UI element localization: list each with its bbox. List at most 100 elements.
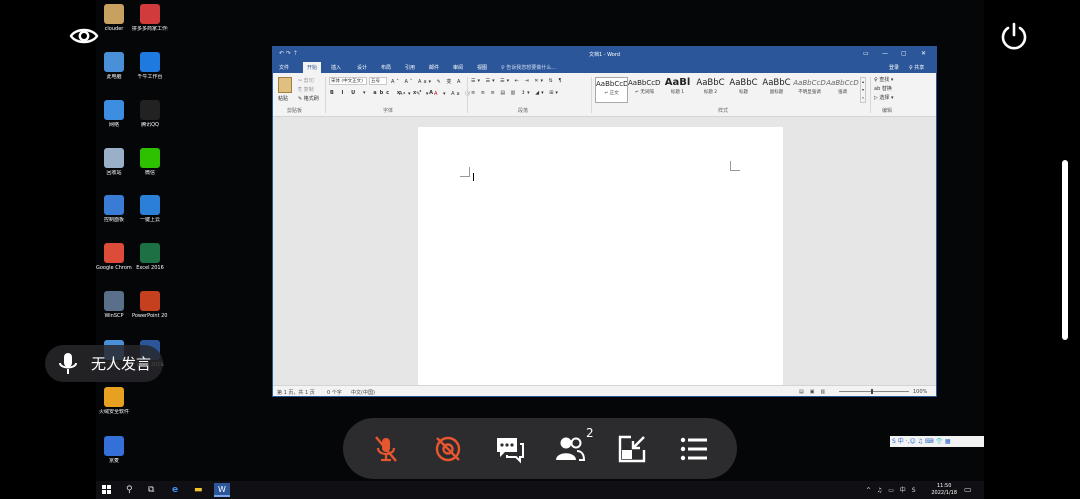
desktop-icon[interactable]: WinSCP (96, 291, 132, 319)
copy-button[interactable]: ⎘ 复制 (298, 86, 314, 93)
styles-scroll[interactable]: ▴ ▾ ▿ (860, 77, 866, 103)
desktop-icon-label: Google Chrome (96, 265, 132, 271)
ribbon-display-options-icon[interactable]: ▭ (863, 50, 869, 57)
word-window[interactable]: ↶ ↷ ⇡ 文档1 - Word ▭ — ▢ ✕ 文件 开始 插入 设计 布局 … (272, 46, 937, 397)
windows-start-icon[interactable] (102, 485, 111, 494)
desktop-icon[interactable]: 腾讯QQ (132, 100, 168, 128)
style-sample: AaBbC (729, 78, 758, 88)
desktop-icon[interactable]: 此电脑 (96, 52, 132, 80)
tab-view[interactable]: 视图 (477, 64, 487, 71)
desktop-icon[interactable]: 控制面板 (96, 195, 132, 223)
taskbar-clock[interactable]: 11:50 2022/1/18 (931, 483, 957, 497)
microphone-icon (57, 352, 79, 376)
font-grow-shrink-buttons[interactable]: A˄ A˅ Aa▾ ✎ 变 A (391, 78, 462, 85)
search-icon[interactable]: ⚲ (126, 485, 133, 495)
tab-design[interactable]: 设计 (357, 64, 367, 71)
notification-icon[interactable]: ▭ (964, 485, 972, 495)
alignment-buttons[interactable]: ≡ ≡ ≡ ▤ ▥ ↕▾ ◢▾ ⊞▾ (471, 90, 560, 96)
maximize-icon[interactable]: ▢ (901, 50, 907, 57)
language-indicator[interactable]: 中文(中国) (351, 389, 375, 396)
tab-layout[interactable]: 布局 (381, 64, 391, 71)
share-button[interactable]: ♀ 共享 (909, 64, 924, 71)
tab-mailings[interactable]: 邮件 (429, 64, 439, 71)
speaker-status-text: 无人发言 (91, 355, 152, 373)
style-option[interactable]: AaBl 标题 1 (661, 77, 694, 103)
tab-references[interactable]: 引用 (405, 64, 415, 71)
desktop-icon[interactable]: 回收站 (96, 148, 132, 176)
desktop-icon-label: 一键上云 (139, 217, 160, 223)
desktop-icon-label: 火绒安全软件 (98, 409, 129, 415)
task-view-icon[interactable]: ⧉ (148, 485, 154, 495)
minimize-icon[interactable]: — (882, 50, 888, 57)
camera-off-button[interactable] (431, 432, 465, 466)
tab-file[interactable]: 文件 (279, 64, 289, 71)
app-icon (104, 243, 124, 263)
format-painter-button[interactable]: ✎ 格式刷 (298, 95, 319, 102)
eye-icon[interactable] (68, 20, 100, 52)
power-icon[interactable] (998, 20, 1030, 52)
system-tray[interactable]: ^ ♫ ▭ 中 S (866, 486, 918, 496)
vertical-scrollbar[interactable] (1062, 160, 1068, 340)
tab-review[interactable]: 审阅 (453, 64, 463, 71)
find-button[interactable]: ♀ 查找 ▾ (874, 76, 893, 83)
ime-toolbar[interactable]: S 中 ·,☺ ♫ ⌨ 👕 ▦ (890, 436, 984, 447)
desktop-icon[interactable]: 网络 (96, 100, 132, 128)
more-menu-button[interactable] (677, 432, 711, 466)
style-option[interactable]: AaBbCcD 不明显强调 (793, 77, 826, 103)
exit-fullscreen-button[interactable] (615, 432, 649, 466)
signin-link[interactable]: 登录 (889, 64, 899, 71)
close-icon[interactable]: ✕ (921, 50, 926, 57)
desktop-icon[interactable]: 微信 (132, 148, 168, 176)
desktop-icon[interactable]: 千牛工作台 (132, 52, 168, 80)
style-option[interactable]: AaBbCcDt ↵ 正文 (595, 77, 628, 103)
desktop-icon[interactable]: 拼多多商家工作台 (132, 4, 168, 32)
font-color-buttons[interactable]: A ▾ ✎ ▾ A ▾ Aa ⓐ (399, 90, 472, 97)
list-menu-icon (680, 437, 707, 461)
cut-button[interactable]: ✂ 剪切 (298, 77, 314, 84)
word-count[interactable]: 0 个字 (327, 389, 342, 396)
word-taskbar-icon[interactable]: W (214, 483, 230, 497)
select-button[interactable]: ▷ 选择 ▾ (874, 94, 894, 101)
margin-mark-left (460, 167, 470, 177)
desktop-icon[interactable]: Google Chrome (96, 243, 132, 271)
divider (870, 77, 871, 113)
mic-off-icon (375, 436, 397, 462)
view-mode-buttons[interactable]: ▤▣▥ (799, 389, 831, 395)
chat-button[interactable] (493, 432, 527, 466)
desktop-icon[interactable]: Excel 2016 (132, 243, 168, 271)
app-icon (140, 4, 160, 24)
ribbon-tabs: 文件 开始 插入 设计 布局 引用 邮件 审阅 视图 ♀ 告诉我您想要做什么..… (273, 61, 936, 73)
style-option[interactable]: AaBbC 标题 (727, 77, 760, 103)
desktop-icon[interactable]: 火绒安全软件 (96, 387, 132, 415)
tab-insert[interactable]: 插入 (331, 64, 341, 71)
style-option[interactable]: AaBbC 副标题 (760, 77, 793, 103)
edge-icon[interactable]: e (172, 485, 178, 495)
zoom-slider[interactable] (839, 389, 909, 394)
replace-button[interactable]: ab 替换 (874, 85, 892, 92)
file-explorer-icon[interactable]: ▬ (194, 485, 203, 495)
style-option[interactable]: AaBbCcD 强调 (826, 77, 859, 103)
clock-date: 2022/1/18 (931, 490, 957, 496)
desktop-icon[interactable]: PowerPoint 2016 (132, 291, 168, 319)
zoom-level[interactable]: 100% (913, 389, 927, 395)
style-option[interactable]: AaBbC 标题 2 (694, 77, 727, 103)
page-count[interactable]: 第 1 页，共 1 页 (277, 389, 315, 396)
desktop-icon[interactable]: 一键上云 (132, 195, 168, 223)
mute-microphone-button[interactable] (369, 432, 403, 466)
tab-home[interactable]: 开始 (303, 62, 322, 73)
paste-icon[interactable] (278, 77, 292, 93)
tell-me-search[interactable]: ♀ 告诉我您想要做什么... (501, 64, 556, 71)
list-buttons[interactable]: ☰▾ ☰▾ ☰▾ ⇤ ⇥ ✕▾ ⇅ ¶ (471, 78, 564, 84)
participants-button[interactable] (553, 432, 587, 466)
document-page[interactable] (418, 127, 783, 389)
font-size-select[interactable]: 五号 (369, 77, 387, 85)
shrink-window-icon (618, 435, 646, 463)
paste-button[interactable]: 粘贴 (278, 95, 288, 102)
desktop-icon[interactable]: clouder (96, 4, 132, 32)
app-icon (104, 52, 124, 72)
desktop-icon[interactable]: 京麦 (96, 436, 132, 464)
style-name: ↵ 正文 (604, 91, 619, 96)
font-name-select[interactable]: 宋体 (中文正文) (329, 77, 367, 85)
group-paragraph-label: 段落 (518, 108, 529, 114)
style-option[interactable]: AaBbCcDt ↵ 无间隔 (628, 77, 661, 103)
